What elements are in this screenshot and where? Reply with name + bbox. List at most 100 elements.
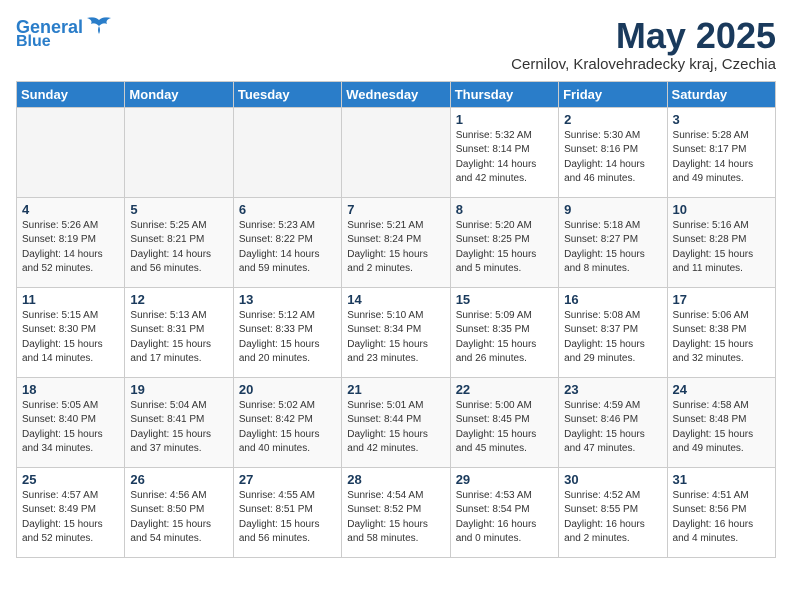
day-info: Sunrise: 5:18 AM Sunset: 8:27 PM Dayligh… xyxy=(564,219,661,277)
day-info: Sunrise: 5:20 AM Sunset: 8:25 PM Dayligh… xyxy=(456,219,553,277)
calendar-cell: 3 Sunrise: 5:28 AM Sunset: 8:17 PM Daylig… xyxy=(667,107,775,197)
calendar-cell xyxy=(17,107,125,197)
day-info: Sunrise: 5:32 AM Sunset: 8:14 PM Dayligh… xyxy=(456,129,553,187)
day-info: Sunrise: 4:58 AM Sunset: 8:48 PM Dayligh… xyxy=(673,399,770,457)
day-number: 5 xyxy=(130,202,227,217)
day-number: 4 xyxy=(22,202,119,217)
logo-bird-icon xyxy=(85,16,113,38)
calendar-header: SundayMondayTuesdayWednesdayThursdayFrid… xyxy=(17,81,776,107)
logo: General Blue xyxy=(16,16,113,50)
day-number: 6 xyxy=(239,202,336,217)
day-info: Sunrise: 4:53 AM Sunset: 8:54 PM Dayligh… xyxy=(456,489,553,547)
day-info: Sunrise: 5:05 AM Sunset: 8:40 PM Dayligh… xyxy=(22,399,119,457)
calendar-cell: 23Sunrise: 4:59 AM Sunset: 8:46 PM Dayli… xyxy=(559,377,667,467)
day-number: 16 xyxy=(564,292,661,307)
calendar-cell: 19 Sunrise: 5:04 AM Sunset: 8:41 PM Dayli… xyxy=(125,377,233,467)
day-info: Sunrise: 5:13 AM Sunset: 8:31 PM Dayligh… xyxy=(130,309,227,367)
calendar-cell: 11Sunrise: 5:15 AM Sunset: 8:30 PM Dayli… xyxy=(17,287,125,377)
calendar-subtitle: Cernilov, Kralovehradecky kraj, Czechia xyxy=(511,56,776,73)
weekday-header-monday: Monday xyxy=(125,81,233,107)
day-number: 3 xyxy=(673,112,770,127)
day-info: Sunrise: 4:55 AM Sunset: 8:51 PM Dayligh… xyxy=(239,489,336,547)
day-number: 1 xyxy=(456,112,553,127)
calendar-cell: 21 Sunrise: 5:01 AM Sunset: 8:44 PM Dayli… xyxy=(342,377,450,467)
calendar-week-row: 18 Sunrise: 5:05 AM Sunset: 8:40 PM Dayli… xyxy=(17,377,776,467)
day-number: 28 xyxy=(347,472,444,487)
calendar-cell: 22Sunrise: 5:00 AM Sunset: 8:45 PM Dayli… xyxy=(450,377,558,467)
calendar-cell: 6Sunrise: 5:23 AM Sunset: 8:22 PM Daylig… xyxy=(233,197,341,287)
day-info: Sunrise: 5:06 AM Sunset: 8:38 PM Dayligh… xyxy=(673,309,770,367)
calendar-cell xyxy=(342,107,450,197)
calendar-cell: 18 Sunrise: 5:05 AM Sunset: 8:40 PM Dayli… xyxy=(17,377,125,467)
day-info: Sunrise: 5:10 AM Sunset: 8:34 PM Dayligh… xyxy=(347,309,444,367)
day-info: Sunrise: 5:25 AM Sunset: 8:21 PM Dayligh… xyxy=(130,219,227,277)
day-number: 15 xyxy=(456,292,553,307)
weekday-header-row: SundayMondayTuesdayWednesdayThursdayFrid… xyxy=(17,81,776,107)
day-number: 31 xyxy=(673,472,770,487)
weekday-header-sunday: Sunday xyxy=(17,81,125,107)
day-info: Sunrise: 5:04 AM Sunset: 8:41 PM Dayligh… xyxy=(130,399,227,457)
day-number: 18 xyxy=(22,382,119,397)
calendar-cell: 12 Sunrise: 5:13 AM Sunset: 8:31 PM Dayli… xyxy=(125,287,233,377)
day-number: 26 xyxy=(130,472,227,487)
day-info: Sunrise: 4:56 AM Sunset: 8:50 PM Dayligh… xyxy=(130,489,227,547)
day-number: 19 xyxy=(130,382,227,397)
calendar-cell: 17 Sunrise: 5:06 AM Sunset: 8:38 PM Dayli… xyxy=(667,287,775,377)
page-header: General Blue May 2025 Cernilov, Kraloveh… xyxy=(16,16,776,73)
calendar-title: May 2025 xyxy=(511,16,776,56)
weekday-header-tuesday: Tuesday xyxy=(233,81,341,107)
day-number: 2 xyxy=(564,112,661,127)
weekday-header-wednesday: Wednesday xyxy=(342,81,450,107)
calendar-cell: 31Sunrise: 4:51 AM Sunset: 8:56 PM Dayli… xyxy=(667,467,775,557)
calendar-body: 1 Sunrise: 5:32 AM Sunset: 8:14 PM Daylig… xyxy=(17,107,776,557)
day-number: 14 xyxy=(347,292,444,307)
weekday-header-friday: Friday xyxy=(559,81,667,107)
day-info: Sunrise: 5:21 AM Sunset: 8:24 PM Dayligh… xyxy=(347,219,444,277)
day-info: Sunrise: 5:16 AM Sunset: 8:28 PM Dayligh… xyxy=(673,219,770,277)
calendar-cell: 1 Sunrise: 5:32 AM Sunset: 8:14 PM Daylig… xyxy=(450,107,558,197)
day-info: Sunrise: 4:52 AM Sunset: 8:55 PM Dayligh… xyxy=(564,489,661,547)
calendar-cell: 15 Sunrise: 5:09 AM Sunset: 8:35 PM Dayli… xyxy=(450,287,558,377)
calendar-cell: 5 Sunrise: 5:25 AM Sunset: 8:21 PM Daylig… xyxy=(125,197,233,287)
day-number: 29 xyxy=(456,472,553,487)
day-number: 9 xyxy=(564,202,661,217)
weekday-header-saturday: Saturday xyxy=(667,81,775,107)
day-info: Sunrise: 5:28 AM Sunset: 8:17 PM Dayligh… xyxy=(673,129,770,187)
day-info: Sunrise: 5:01 AM Sunset: 8:44 PM Dayligh… xyxy=(347,399,444,457)
day-number: 17 xyxy=(673,292,770,307)
calendar-table: SundayMondayTuesdayWednesdayThursdayFrid… xyxy=(16,81,776,558)
day-info: Sunrise: 5:12 AM Sunset: 8:33 PM Dayligh… xyxy=(239,309,336,367)
day-number: 21 xyxy=(347,382,444,397)
calendar-cell xyxy=(125,107,233,197)
day-number: 27 xyxy=(239,472,336,487)
day-number: 8 xyxy=(456,202,553,217)
calendar-cell: 2 Sunrise: 5:30 AM Sunset: 8:16 PM Daylig… xyxy=(559,107,667,197)
calendar-week-row: 11Sunrise: 5:15 AM Sunset: 8:30 PM Dayli… xyxy=(17,287,776,377)
day-info: Sunrise: 4:54 AM Sunset: 8:52 PM Dayligh… xyxy=(347,489,444,547)
day-number: 25 xyxy=(22,472,119,487)
calendar-cell: 30Sunrise: 4:52 AM Sunset: 8:55 PM Dayli… xyxy=(559,467,667,557)
calendar-cell: 20Sunrise: 5:02 AM Sunset: 8:42 PM Dayli… xyxy=(233,377,341,467)
day-number: 12 xyxy=(130,292,227,307)
day-info: Sunrise: 5:00 AM Sunset: 8:45 PM Dayligh… xyxy=(456,399,553,457)
calendar-cell: 7Sunrise: 5:21 AM Sunset: 8:24 PM Daylig… xyxy=(342,197,450,287)
day-info: Sunrise: 5:30 AM Sunset: 8:16 PM Dayligh… xyxy=(564,129,661,187)
day-number: 10 xyxy=(673,202,770,217)
calendar-cell: 8 Sunrise: 5:20 AM Sunset: 8:25 PM Daylig… xyxy=(450,197,558,287)
day-number: 13 xyxy=(239,292,336,307)
calendar-cell: 25 Sunrise: 4:57 AM Sunset: 8:49 PM Dayli… xyxy=(17,467,125,557)
calendar-cell: 24Sunrise: 4:58 AM Sunset: 8:48 PM Dayli… xyxy=(667,377,775,467)
day-info: Sunrise: 5:02 AM Sunset: 8:42 PM Dayligh… xyxy=(239,399,336,457)
day-info: Sunrise: 5:08 AM Sunset: 8:37 PM Dayligh… xyxy=(564,309,661,367)
day-info: Sunrise: 5:26 AM Sunset: 8:19 PM Dayligh… xyxy=(22,219,119,277)
day-info: Sunrise: 5:09 AM Sunset: 8:35 PM Dayligh… xyxy=(456,309,553,367)
calendar-week-row: 1 Sunrise: 5:32 AM Sunset: 8:14 PM Daylig… xyxy=(17,107,776,197)
calendar-cell: 16 Sunrise: 5:08 AM Sunset: 8:37 PM Dayli… xyxy=(559,287,667,377)
weekday-header-thursday: Thursday xyxy=(450,81,558,107)
calendar-cell xyxy=(233,107,341,197)
day-number: 11 xyxy=(22,292,119,307)
calendar-title-block: May 2025 Cernilov, Kralovehradecky kraj,… xyxy=(511,16,776,73)
day-info: Sunrise: 4:57 AM Sunset: 8:49 PM Dayligh… xyxy=(22,489,119,547)
calendar-cell: 27 Sunrise: 4:55 AM Sunset: 8:51 PM Dayli… xyxy=(233,467,341,557)
logo-blue-text: Blue xyxy=(16,34,51,50)
